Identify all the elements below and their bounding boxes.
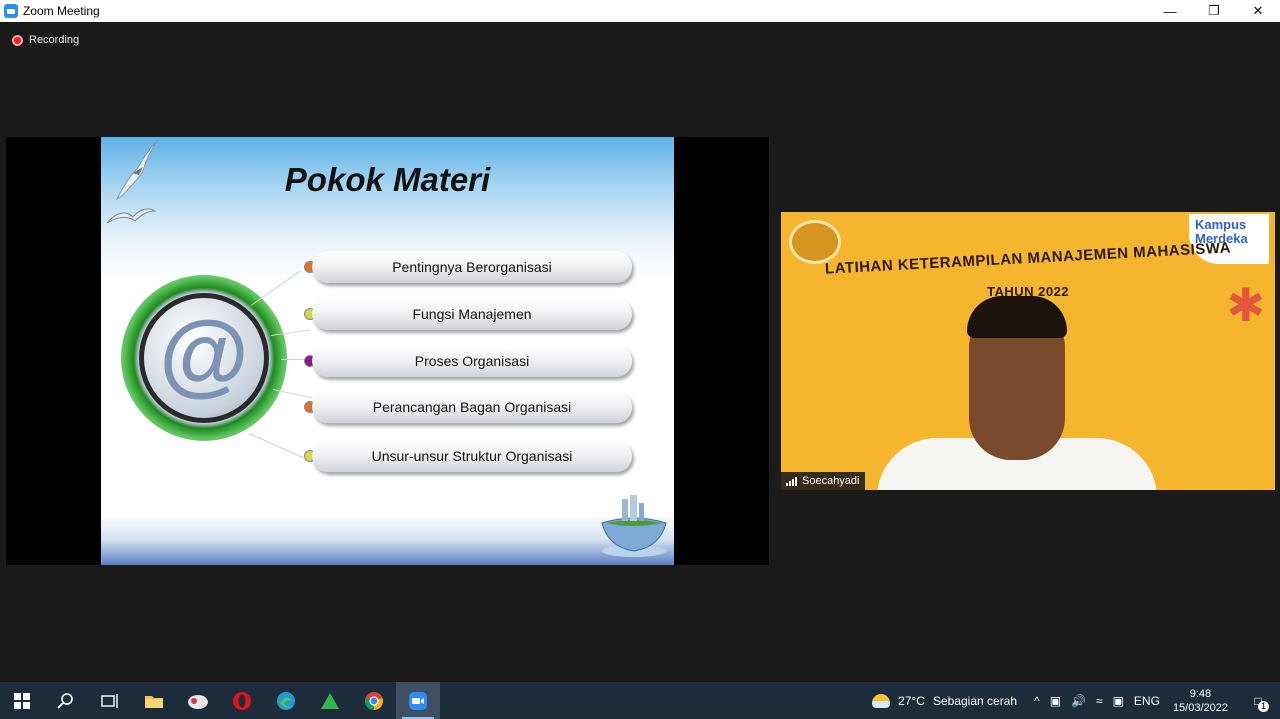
edge-icon — [277, 691, 295, 710]
search-icon — [57, 692, 73, 709]
topic-label: Unsur-unsur Struktur Organisasi — [312, 440, 632, 472]
recording-icon — [12, 34, 23, 46]
decorative-star-icon: ✱ — [1226, 279, 1265, 331]
meeting-area: Recording Pokok Materi @ Pentingnya Bero… — [0, 22, 1280, 682]
minimize-button[interactable]: — — [1148, 0, 1192, 22]
zoom-icon — [409, 691, 427, 710]
clock[interactable]: 9:48 15/03/2022 — [1173, 687, 1228, 715]
system-tray: 27°C Sebagian cerah ^ ▣ 🔊 ≈ ▣ ENG 9:48 1… — [867, 682, 1280, 719]
app-button[interactable] — [176, 682, 220, 719]
chrome-icon — [364, 691, 384, 710]
edge-button[interactable] — [264, 682, 308, 719]
folder-icon — [145, 695, 163, 708]
window-controls: — ❐ ✕ — [1148, 0, 1280, 22]
file-explorer-button[interactable] — [132, 682, 176, 719]
window-title: Zoom Meeting — [23, 4, 100, 18]
participant-name-tag: Soecahyadi — [781, 472, 865, 490]
weather-description: Sebagian cerah — [932, 693, 1018, 708]
topic-item: Fungsi Manajemen — [304, 298, 632, 330]
start-button[interactable] — [0, 682, 44, 719]
email-emblem: @ — [121, 275, 287, 441]
volume-icon[interactable]: 🔊 — [1071, 694, 1086, 708]
green-triangle-icon — [321, 692, 339, 709]
title-bar: Zoom Meeting — ❐ ✕ — [0, 0, 1280, 22]
topic-label: Perancangan Bagan Organisasi — [312, 391, 632, 423]
slide-title: Pokok Materi — [284, 161, 491, 198]
windows-icon — [14, 692, 30, 709]
topic-label: Fungsi Manajemen — [312, 298, 632, 330]
recording-label: Recording — [29, 34, 80, 46]
clock-date: 15/03/2022 — [1172, 701, 1228, 714]
close-button[interactable]: ✕ — [1236, 0, 1280, 22]
opera-icon — [233, 691, 251, 710]
search-button[interactable] — [44, 682, 88, 719]
zoom-app-icon — [4, 4, 18, 18]
floating-island-icon — [601, 495, 667, 557]
participant-video[interactable]: Kampus Merdeka LATIHAN KETERAMPILAN MANA… — [781, 212, 1275, 490]
chrome-button[interactable] — [352, 682, 396, 719]
show-hidden-icons-button[interactable]: ^ — [1034, 694, 1040, 708]
topic-item: Perancangan Bagan Organisasi — [304, 391, 632, 423]
signal-strength-icon — [786, 476, 798, 486]
opera-button[interactable] — [220, 682, 264, 719]
task-view-icon — [101, 693, 118, 708]
zoom-taskbar-button[interactable] — [396, 682, 440, 719]
task-view-button[interactable] — [88, 682, 132, 719]
topic-item: Pentingnya Berorganisasi — [304, 251, 632, 283]
notification-count: 1 — [1258, 700, 1269, 712]
weather-sun-icon — [872, 693, 891, 708]
wifi-icon[interactable]: ≈ — [1096, 694, 1103, 708]
cloud-app-icon — [188, 694, 208, 709]
input-language[interactable]: ENG — [1134, 694, 1160, 708]
at-sign-icon: @ — [139, 293, 269, 423]
weather-temperature: 27°C — [898, 693, 925, 708]
university-logo — [789, 220, 841, 264]
clock-time: 9:48 — [1189, 687, 1212, 700]
recording-indicator[interactable]: Recording — [12, 34, 79, 46]
seagull-small-icon — [106, 208, 157, 224]
weather-widget[interactable]: 27°C Sebagian cerah — [872, 693, 1018, 708]
topic-item: Unsur-unsur Struktur Organisasi — [304, 440, 632, 472]
presentation-slide: Pokok Materi @ Pentingnya Berorganisasi … — [101, 137, 674, 565]
topic-item: Proses Organisasi — [304, 345, 632, 377]
windows-taskbar: 27°C Sebagian cerah ^ ▣ 🔊 ≈ ▣ ENG 9:48 1… — [0, 682, 1280, 719]
notification-button[interactable]: □ 1 — [1241, 694, 1275, 712]
shared-screen: Pokok Materi @ Pentingnya Berorganisasi … — [6, 137, 769, 565]
participant-name: Soecahyadi — [802, 475, 860, 487]
display-icon[interactable]: ▣ — [1113, 694, 1124, 708]
topic-label: Pentingnya Berorganisasi — [312, 251, 632, 283]
person-hair — [967, 296, 1067, 338]
maximize-button[interactable]: ❐ — [1192, 0, 1236, 22]
meet-now-icon[interactable]: ▣ — [1050, 694, 1061, 708]
topic-label: Proses Organisasi — [312, 345, 632, 377]
app-green-button[interactable] — [308, 682, 352, 719]
